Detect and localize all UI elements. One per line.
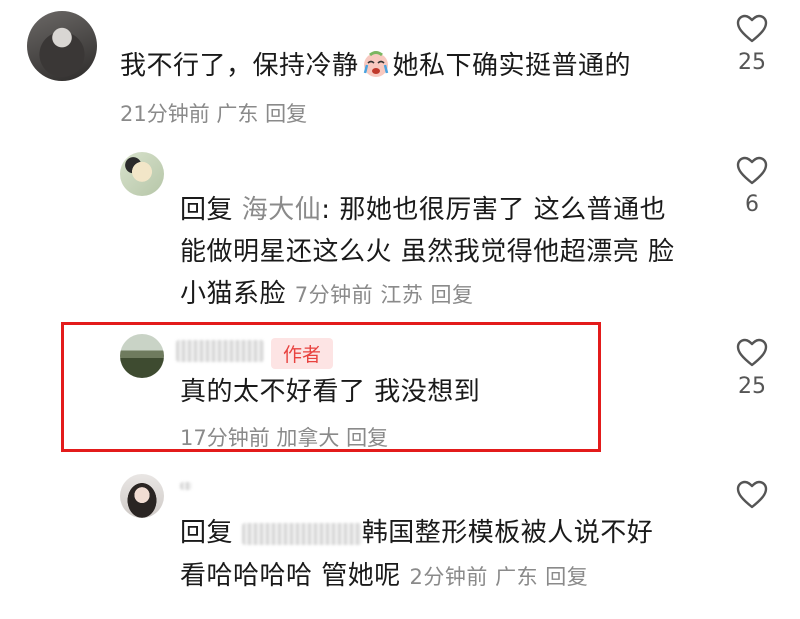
comment-text-part: 我不行了，保持冷静 [120,51,359,81]
reply-prefix: 回复 [180,518,234,548]
blurred-username [176,340,264,362]
comment-text: 我不行了，保持冷静 她私下确实挺普通的 [120,46,631,86]
author-badge: 作者 [271,338,334,369]
like-count: 6 [745,192,759,217]
blurred-reply-to [241,522,362,545]
comment-text-line: 能做明星还这么火 虽然我觉得他超漂亮 脸 [180,237,675,267]
avatar[interactable] [120,334,164,378]
heart-outline-icon [736,14,768,43]
comment-text-part: 小猫系脸 [180,279,287,309]
like-button[interactable]: 6 [732,156,772,217]
like-button[interactable] [732,480,772,510]
crying-face-emoji [361,49,391,79]
comment-text-part: 她私下确实挺普通的 [392,51,632,81]
comment-meta[interactable]: 17分钟前 加拿大 回复 [180,422,388,452]
like-button[interactable]: 25 [732,338,772,399]
comment-text-line: 看哈哈哈哈 管她呢 2分钟前 广东 回复 [180,556,588,597]
comment-text-line: 回复 韩国整形模板被人说不好 [180,513,653,553]
comment-text-part: 韩国整形模板被人说不好 [361,518,654,548]
comment-meta[interactable]: 21分钟前 广东 回复 [120,98,307,128]
like-button[interactable]: 25 [732,14,772,75]
reply-to-username[interactable]: 海大仙 [242,195,322,225]
heart-outline-icon [736,156,768,185]
heart-outline-icon [736,480,768,509]
like-count: 25 [738,374,766,399]
avatar[interactable] [120,474,164,518]
heart-outline-icon [736,338,768,367]
reply-prefix: 回复 [180,195,234,225]
comment-text-part: : 那她也很厉害了 这么普通也 [321,195,667,225]
blurred-username [180,482,192,490]
comment-text-part: 看哈哈哈哈 管她呢 [180,561,401,591]
comment-text: 真的太不好看了 我没想到 [180,377,481,407]
like-count: 25 [738,50,766,75]
comment-meta[interactable]: 2分钟前 广东 回复 [410,565,589,589]
comment-text-line: 小猫系脸 7分钟前 江苏 回复 [180,274,474,315]
comment-meta[interactable]: 7分钟前 江苏 回复 [295,283,474,307]
avatar[interactable] [120,152,164,196]
comment-text-line: 回复 海大仙: 那她也很厉害了 这么普通也 [180,190,666,230]
avatar[interactable] [27,11,97,81]
